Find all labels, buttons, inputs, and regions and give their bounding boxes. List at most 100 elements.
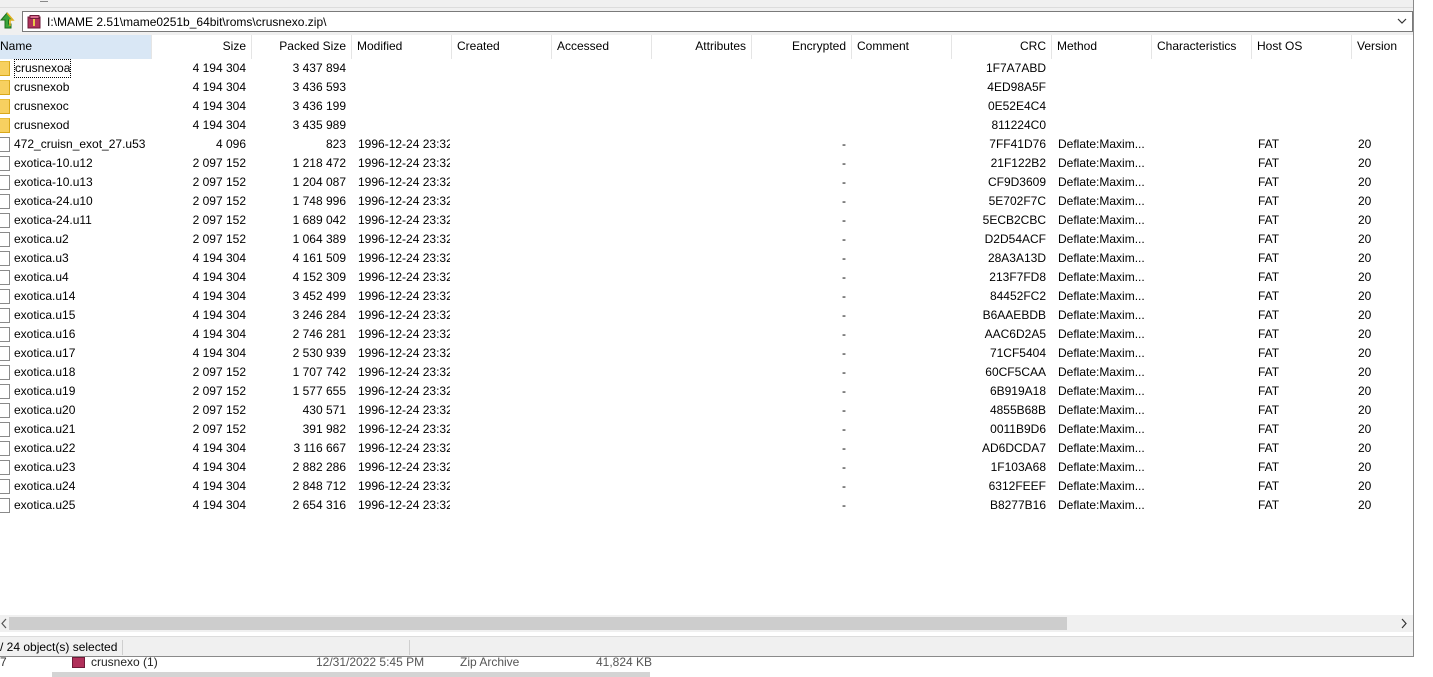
folder-row[interactable]: crusnexoc 4 194 304 3 436 199 0E52E4C4 [0,97,1413,116]
cell-hostos [1258,116,1350,135]
column-header-accessed[interactable]: Accessed [552,35,652,59]
cell-modified: 1996-12-24 23:32 [358,327,450,341]
item-name: exotica.u2 [14,232,69,246]
item-name: crusnexoa [14,59,72,78]
cell-hostos [1258,59,1350,78]
file-row[interactable]: exotica.u22 4 194 304 3 116 667 1996-12-24 … [0,439,1413,458]
cell-method: Deflate:Maxim... [1058,308,1145,322]
address-combobox[interactable]: I:\MAME 2.51\mame0251b_64bit\roms\crusne… [22,11,1413,32]
cell-encrypted [752,116,846,135]
cell-crc: 71CF5404 [989,346,1046,360]
cell-version: 20 [1358,270,1372,284]
bg-selection-strip [52,672,650,677]
file-row[interactable]: exotica-10.u13 2 097 152 1 204 087 1996-12-… [0,173,1413,192]
column-header-created[interactable]: Created [452,35,552,59]
cell-crc: 28A3A13D [987,251,1046,265]
column-header-encrypted[interactable]: Encrypted [752,35,852,59]
cell-encrypted [752,97,846,116]
file-row[interactable]: exotica.u24 4 194 304 2 848 712 1996-12-24 … [0,477,1413,496]
file-row[interactable]: exotica.u20 2 097 152 430 571 1996-12-24 23… [0,401,1413,420]
scroll-left-icon[interactable] [0,618,8,629]
cell-packed: 3 436 593 [292,80,346,94]
cell-hostos: FAT [1258,213,1280,227]
horizontal-scrollbar[interactable] [0,615,1413,632]
cell-encrypted [752,59,846,78]
cell-hostos: FAT [1258,270,1280,284]
file-icon [0,137,10,152]
cell-crc: D2D54ACF [984,232,1046,246]
file-row[interactable]: exotica.u25 4 194 304 2 654 316 1996-12-24 … [0,496,1413,515]
file-icon [0,156,10,171]
file-icon [0,175,10,190]
file-row[interactable]: exotica.u21 2 097 152 391 982 1996-12-24 23… [0,420,1413,439]
file-row[interactable]: exotica.u18 2 097 152 1 707 742 1996-12-24 … [0,363,1413,382]
file-row[interactable]: exotica.u3 4 194 304 4 161 509 1996-12-24 2… [0,249,1413,268]
cell-modified: 1996-12-24 23:32 [358,441,450,455]
chevron-down-icon[interactable] [1395,14,1409,29]
cell-packed: 2 654 316 [292,498,346,512]
column-header-name[interactable]: Name [0,35,152,59]
cell-method: Deflate:Maxim... [1058,270,1145,284]
cell-encrypted: - [842,498,846,512]
cell-size: 4 194 304 [192,251,246,265]
file-row[interactable]: exotica-24.u11 2 097 152 1 689 042 1996-12-… [0,211,1413,230]
file-row[interactable]: exotica.u14 4 194 304 3 452 499 1996-12-24 … [0,287,1413,306]
column-header-comment[interactable]: Comment [852,35,952,59]
cell-version: 20 [1358,175,1372,189]
file-row[interactable]: 472_cruisn_exot_27.u53 4 096 823 1996-12-24… [0,135,1413,154]
column-header-modified[interactable]: Modified [352,35,452,59]
cell-version [1358,116,1412,135]
cell-crc: 5E702F7C [988,194,1046,208]
folder-row[interactable]: crusnexod 4 194 304 3 435 989 811224C0 [0,116,1413,135]
column-header-packed[interactable]: Packed Size [252,35,352,59]
file-row[interactable]: exotica.u23 4 194 304 2 882 286 1996-12-24 … [0,458,1413,477]
file-row[interactable]: exotica.u16 4 194 304 2 746 281 1996-12-24 … [0,325,1413,344]
cell-crc: CF9D3609 [987,175,1046,189]
up-folder-button[interactable] [0,11,15,31]
cell-crc: 6312FEEF [988,479,1046,493]
file-row[interactable]: exotica.u15 4 194 304 3 246 284 1996-12-24 … [0,306,1413,325]
column-header-crc[interactable]: CRC [952,35,1052,59]
column-header-hostos[interactable]: Host OS [1252,35,1352,59]
cell-encrypted: - [842,365,846,379]
cell-version [1358,97,1412,116]
cell-encrypted: - [842,441,846,455]
cell-hostos: FAT [1258,403,1280,417]
cell-version: 20 [1358,460,1372,474]
cell-encrypted: - [842,156,846,170]
cell-crc: 7FF41D76 [989,137,1046,151]
file-icon [0,365,10,380]
cell-modified: 1996-12-24 23:32 [358,137,450,151]
cell-size: 2 097 152 [192,422,246,436]
file-row[interactable]: exotica.u17 4 194 304 2 530 939 1996-12-24 … [0,344,1413,363]
scroll-right-icon[interactable] [1400,618,1408,629]
folder-row[interactable]: crusnexob 4 194 304 3 436 593 4ED98A5F [0,78,1413,97]
file-row[interactable]: exotica.u2 2 097 152 1 064 389 1996-12-24 2… [0,230,1413,249]
item-name: exotica.u23 [14,460,76,474]
cell-version: 20 [1358,365,1372,379]
folder-row[interactable]: crusnexoa 4 194 304 3 437 894 1F7A7ABD [0,59,1413,78]
cell-size: 4 194 304 [192,479,246,493]
cell-encrypted: - [842,308,846,322]
scrollbar-thumb[interactable] [9,617,1067,630]
file-row[interactable]: exotica.u4 4 194 304 4 152 309 1996-12-24 2… [0,268,1413,287]
column-header-attributes[interactable]: Attributes [652,35,752,59]
column-header-version[interactable]: Version [1352,35,1413,59]
file-row[interactable]: exotica-10.u12 2 097 152 1 218 472 1996-12-… [0,154,1413,173]
column-header-characteristics[interactable]: Characteristics [1152,35,1252,59]
cell-encrypted: - [842,270,846,284]
cell-modified: 1996-12-24 23:32 [358,498,450,512]
cell-method: Deflate:Maxim... [1058,327,1145,341]
cell-method: Deflate:Maxim... [1058,403,1145,417]
file-icon [0,403,10,418]
column-header-size[interactable]: Size [152,35,252,59]
cell-hostos: FAT [1258,289,1280,303]
cell-crc: 5ECB2CBC [982,213,1046,227]
column-header-method[interactable]: Method [1052,35,1152,59]
cell-modified: 1996-12-24 23:32 [358,422,450,436]
archive-window: I:\MAME 2.51\mame0251b_64bit\roms\crusne… [0,0,1414,657]
file-row[interactable]: exotica.u19 2 097 152 1 577 655 1996-12-24 … [0,382,1413,401]
cell-packed: 1 707 742 [292,365,346,379]
file-row[interactable]: exotica-24.u10 2 097 152 1 748 996 1996-12-… [0,192,1413,211]
item-name: crusnexoc [14,99,69,113]
